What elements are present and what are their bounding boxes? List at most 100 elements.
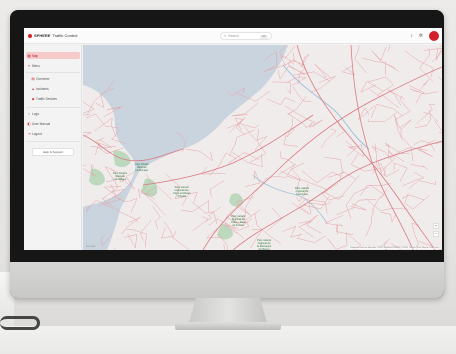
road <box>434 120 442 145</box>
road <box>226 123 260 129</box>
road <box>366 198 409 212</box>
road <box>359 183 391 197</box>
road <box>152 206 161 229</box>
zoom-in-button[interactable]: + <box>433 223 439 229</box>
bell-icon[interactable]: ♪ <box>410 31 413 41</box>
road <box>161 227 189 250</box>
sidebar-item-logout[interactable]: ⇥ Logout <box>26 130 80 137</box>
road <box>235 117 246 136</box>
cable <box>0 316 40 330</box>
sidebar-item-overview[interactable]: ▤ Overview <box>26 75 80 82</box>
road <box>287 112 316 129</box>
sidebar-item-label: Incidents <box>36 86 49 91</box>
road <box>201 166 226 175</box>
road <box>121 216 141 235</box>
road <box>384 62 400 72</box>
sidebar-item-user-manual[interactable]: ◧ User Manual <box>26 120 80 127</box>
road <box>124 233 138 249</box>
sidebar-item-label: Map <box>32 53 39 58</box>
motorway <box>296 45 436 250</box>
road <box>255 175 287 193</box>
sidebar-item-label: Menu <box>32 63 40 68</box>
motorway <box>350 45 414 250</box>
map-label: Parc naturel régional de l'Avesnois <box>295 187 309 196</box>
map-attribution[interactable]: Keyboard shortcuts Map data ©2024 GeoBas… <box>349 247 440 249</box>
road <box>229 129 255 157</box>
sidebar-item-menu[interactable]: ≡ Menu <box>26 62 80 69</box>
sidebar-item-logs[interactable]: ▪ Logs <box>26 110 80 117</box>
divider <box>26 141 80 142</box>
road <box>209 180 225 197</box>
road <box>394 114 403 141</box>
road <box>358 105 375 120</box>
monitor-stand-base <box>175 322 281 330</box>
map-label: Parc naturel régional des Caps et Marais d'… <box>173 186 191 198</box>
road <box>278 164 301 181</box>
monitor-chin <box>10 262 444 298</box>
zoom-out-button[interactable]: − <box>433 231 439 237</box>
road <box>266 97 296 106</box>
road <box>370 104 403 118</box>
road <box>389 147 428 159</box>
road <box>402 171 425 187</box>
road <box>354 45 367 74</box>
desk-surface <box>0 326 456 354</box>
divider <box>26 107 80 108</box>
road <box>139 220 152 241</box>
road <box>380 211 397 223</box>
map-provider-logo: Google <box>86 244 96 248</box>
search-icon: ⌕ <box>224 33 227 38</box>
road <box>303 214 322 234</box>
brand-subtitle: Traffic Control <box>52 33 78 38</box>
top-bar: SPHERE Traffic Control ⌕ Search ⌘K ♪ ✲ <box>24 28 442 44</box>
sidebar-item-incidents[interactable]: ▲ Incidents <box>26 85 80 92</box>
road <box>401 194 425 201</box>
road <box>368 76 394 96</box>
road <box>388 45 391 51</box>
road <box>360 80 384 93</box>
road <box>409 88 438 95</box>
map-label: High Weald National Landscape <box>135 163 149 172</box>
sidebar-item-label: User Manual <box>32 121 51 126</box>
road <box>410 163 429 171</box>
sidebar-item-label: Overview <box>36 76 50 81</box>
road <box>408 85 426 104</box>
map-view[interactable]: Kent Downs National Landscape High Weald Na… <box>83 45 442 250</box>
help-support-button[interactable]: Help & Support <box>32 148 74 156</box>
road <box>438 76 442 81</box>
gear-icon[interactable]: ✲ <box>419 31 423 41</box>
sidebar-item-map[interactable]: ▦ Map <box>26 52 80 59</box>
road <box>438 132 442 134</box>
road <box>314 64 331 78</box>
sidebar-item-label: Logout <box>32 131 42 136</box>
road <box>387 89 405 106</box>
road <box>297 233 327 243</box>
road <box>286 117 295 138</box>
search-placeholder: Search <box>228 34 239 38</box>
road <box>361 57 386 75</box>
road <box>414 109 432 128</box>
map-label: Parc naturel régional de l'Oise - Pays de F… <box>231 215 246 227</box>
road <box>395 119 412 131</box>
road <box>327 238 348 250</box>
brand-logo-icon <box>28 33 32 38</box>
road <box>248 128 267 164</box>
avatar[interactable] <box>429 31 439 41</box>
road <box>279 151 297 166</box>
road <box>185 148 214 162</box>
divider <box>26 72 80 73</box>
app-brand[interactable]: SPHERE Traffic Control <box>28 33 77 38</box>
road <box>365 209 375 237</box>
road <box>301 54 309 67</box>
search-input[interactable]: ⌕ Search ⌘K <box>220 32 272 40</box>
road <box>163 220 177 238</box>
sidebar-item-traffic-devices[interactable]: ◆ Traffic Devices <box>26 95 80 102</box>
road <box>400 130 414 162</box>
sidebar-item-label: Traffic Devices <box>36 96 57 101</box>
road <box>283 134 298 147</box>
road <box>267 207 285 231</box>
road <box>272 81 291 95</box>
road <box>371 47 387 65</box>
road <box>309 75 336 93</box>
road <box>209 152 237 176</box>
